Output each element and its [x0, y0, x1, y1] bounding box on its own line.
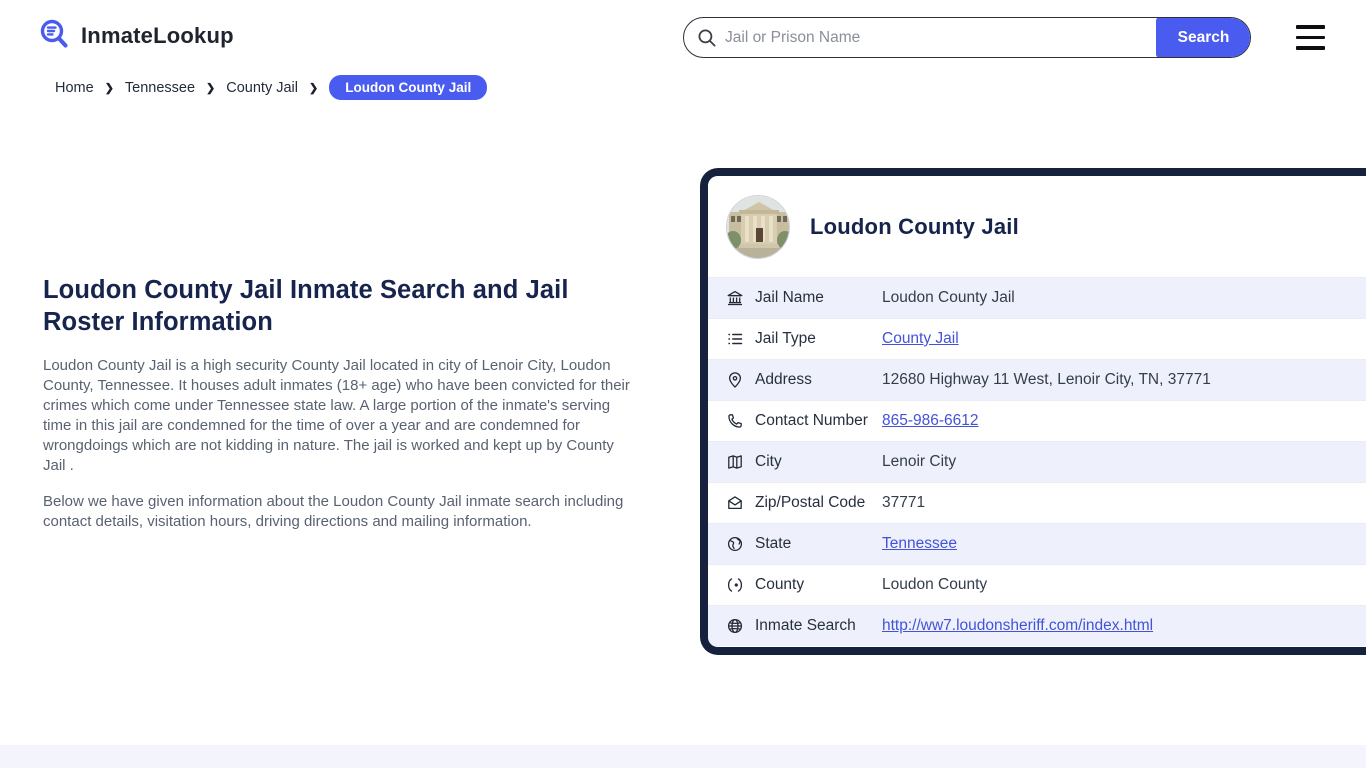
jail-info-table: Jail Name Loudon County Jail Jail Type C… — [708, 277, 1366, 646]
phone-icon — [726, 412, 744, 430]
inmatelookup-logo-icon — [38, 18, 72, 54]
chevron-right-icon: ❯ — [206, 82, 216, 95]
page-title: Loudon County Jail Inmate Search and Jai… — [43, 276, 569, 337]
row-value: 12680 Highway 11 West, Lenoir City, TN, … — [882, 371, 1211, 388]
breadcrumb-home[interactable]: Home — [55, 80, 94, 96]
breadcrumb-tennessee[interactable]: Tennessee — [125, 80, 195, 96]
row-value: Lenoir City — [882, 453, 957, 470]
jail-photo-avatar — [726, 194, 790, 259]
county-icon — [726, 576, 744, 594]
web-icon — [726, 617, 744, 635]
footer-band — [0, 745, 1366, 768]
row-label: Address — [755, 371, 812, 388]
row-label: County — [755, 576, 805, 593]
contact-number-link[interactable]: 865-986-6612 — [882, 412, 979, 429]
jail-card-title: Loudon County Jail — [810, 213, 1019, 239]
table-row-contact-number: Contact Number 865-986-6612 — [708, 400, 1366, 441]
inmate-search-link[interactable]: http://ww7.loudonsheriff.com/index.html — [882, 617, 1153, 634]
table-row-address: Address 12680 Highway 11 West, Lenoir Ci… — [708, 359, 1366, 400]
row-value: 37771 — [882, 494, 926, 511]
breadcrumb: Home ❯ Tennessee ❯ County Jail ❯ Loudon … — [55, 75, 488, 100]
list-icon — [726, 330, 744, 348]
row-label: State — [755, 535, 792, 552]
jail-type-link[interactable]: County Jail — [882, 330, 959, 347]
table-row-jail-name: Jail Name Loudon County Jail — [708, 277, 1366, 318]
row-label: Jail Name — [755, 289, 824, 306]
table-row-county: County Loudon County — [708, 564, 1366, 605]
table-row-state: State Tennessee — [708, 523, 1366, 564]
search-icon — [684, 28, 725, 48]
envelope-icon — [726, 494, 744, 512]
row-value: Loudon County Jail — [882, 289, 1015, 306]
row-label: City — [755, 453, 782, 470]
table-row-jail-type: Jail Type County Jail — [708, 318, 1366, 359]
row-value: Loudon County — [882, 576, 988, 593]
globe-icon — [726, 535, 744, 553]
map-pin-icon — [726, 371, 744, 389]
search-button[interactable]: Search — [1156, 18, 1250, 57]
state-link[interactable]: Tennessee — [882, 535, 957, 552]
chevron-right-icon: ❯ — [104, 82, 114, 95]
map-icon — [726, 453, 744, 471]
menu-hamburger-icon[interactable] — [1296, 25, 1325, 50]
breadcrumb-county-jail[interactable]: County Jail — [226, 80, 298, 96]
intro-paragraph: Loudon County Jail is a high security Co… — [43, 357, 630, 475]
jail-info-card: Loudon County Jail Jail Name Loudon Coun… — [700, 168, 1366, 655]
table-row-inmate-search: Inmate Search http://ww7.loudonsheriff.c… — [708, 605, 1366, 646]
row-label: Inmate Search — [755, 617, 856, 634]
jail-card-header: Loudon County Jail — [708, 176, 1366, 277]
table-row-zip: Zip/Postal Code 37771 — [708, 482, 1366, 523]
table-row-city: City Lenoir City — [708, 441, 1366, 482]
search-input[interactable] — [725, 18, 1156, 57]
chevron-right-icon: ❯ — [309, 82, 319, 95]
row-label: Jail Type — [755, 330, 816, 347]
breadcrumb-current-badge[interactable]: Loudon County Jail — [329, 75, 488, 100]
site-logo[interactable]: InmateLookup — [38, 18, 234, 54]
row-label: Zip/Postal Code — [755, 494, 866, 511]
jail-search-bar: Search — [683, 17, 1251, 58]
bank-icon — [726, 289, 744, 307]
site-logo-text: InmateLookup — [81, 23, 234, 48]
row-label: Contact Number — [755, 412, 868, 429]
secondary-paragraph: Below we have given information about th… — [43, 493, 624, 531]
